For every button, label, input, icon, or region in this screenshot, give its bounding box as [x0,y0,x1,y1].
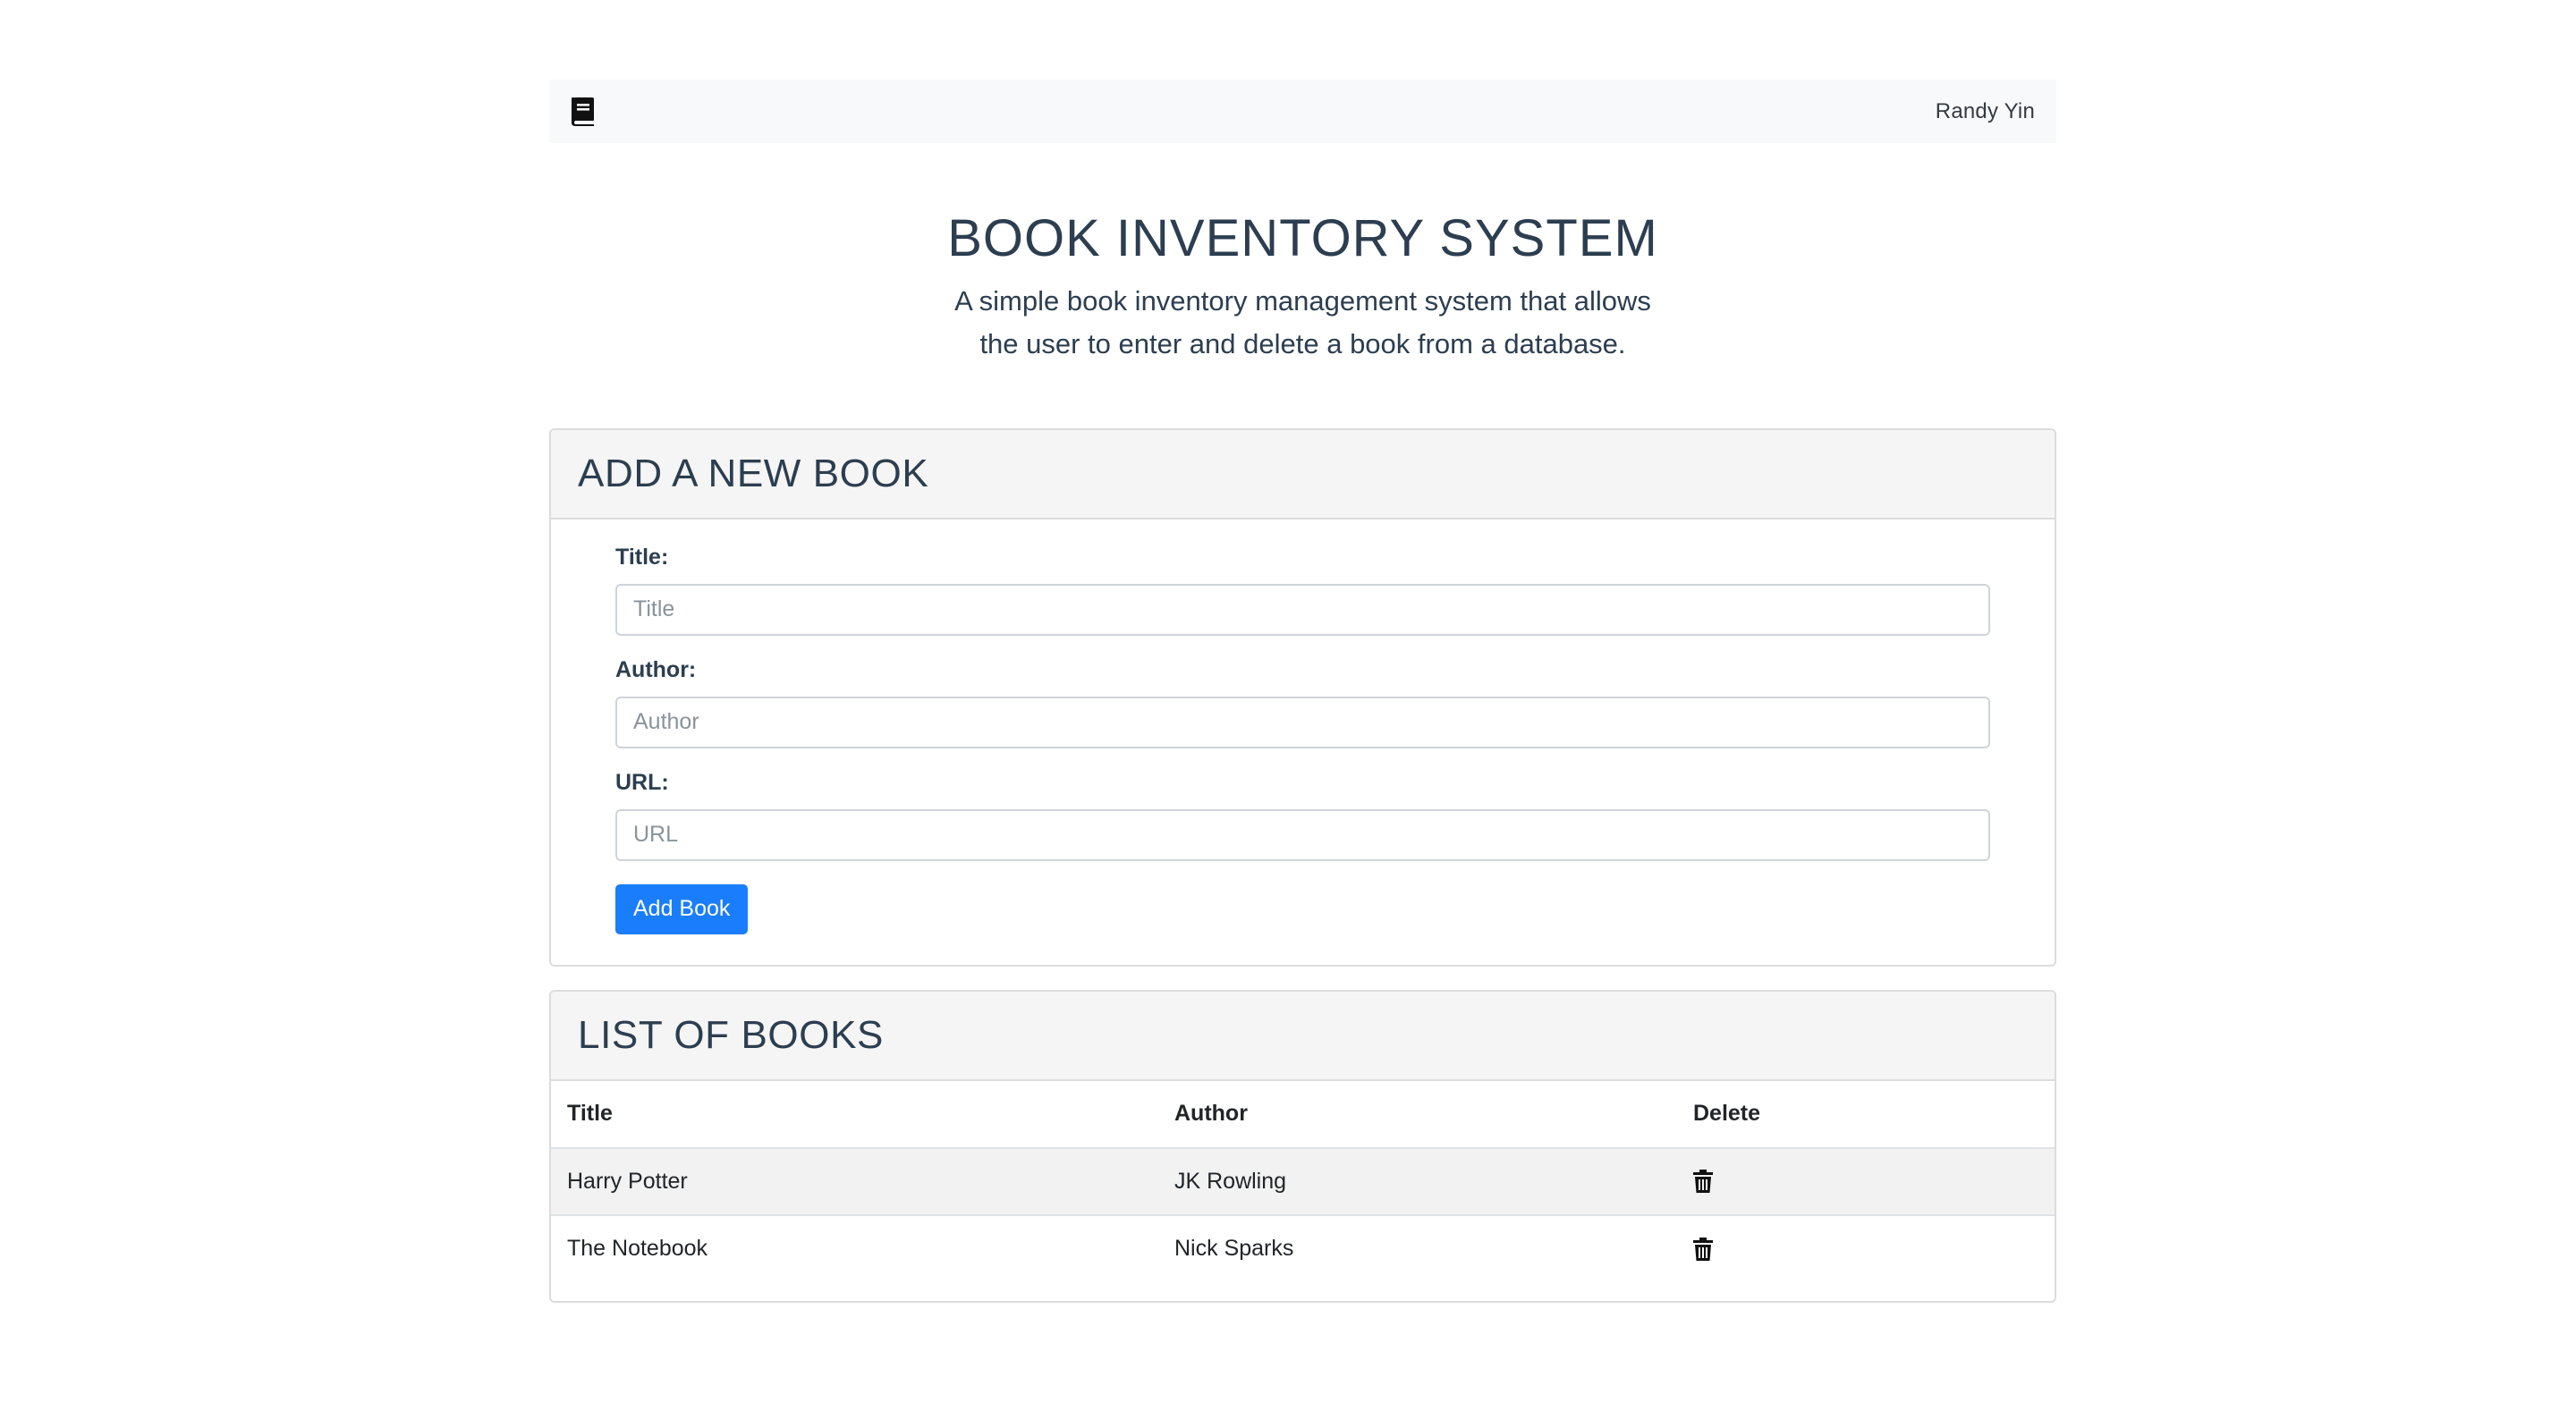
book-author-cell: JK Rowling [1174,1146,1693,1215]
delete-book-button[interactable] [1693,1170,2055,1194]
title-field-group: Title: [615,545,1990,636]
page-title: BOOK INVENTORY SYSTEM [947,209,1658,267]
book-author-cell: Nick Sparks [1174,1213,1693,1282]
title-input[interactable] [615,583,1990,636]
navbar: Randy Yin [549,80,2056,143]
add-book-form: Title: Author: URL: Add Book [551,520,2055,934]
trash-icon [1693,1170,1713,1194]
column-header-author: Author [1174,1101,1248,1127]
url-field-group: URL: [615,770,1990,861]
page-subtitle: A simple book inventory management syste… [954,284,1651,359]
hero: BOOK INVENTORY SYSTEM A simple book inve… [549,210,2056,366]
title-label: Title: [615,544,669,570]
book-list-heading: LIST OF BOOKS [578,1012,884,1057]
book-table: Title Author Delete Harry Potter JK Rowl… [551,1081,2055,1282]
table-row: Harry Potter JK Rowling [551,1146,2055,1215]
add-book-card-header: ADD A NEW BOOK [551,429,2055,520]
delete-cell [1693,1146,2055,1215]
page-container: Randy Yin BOOK INVENTORY SYSTEM A simple… [549,80,2056,1303]
add-book-card: ADD A NEW BOOK Title: Author: URL: Add B… [549,427,2056,967]
column-header-title: Title [567,1101,613,1127]
home-link[interactable] [569,97,596,127]
delete-book-button[interactable] [1693,1237,2055,1261]
delete-cell [1693,1213,2055,1282]
add-book-button[interactable]: Add Book [615,883,749,934]
book-title-cell: Harry Potter [551,1146,1174,1215]
book-list-card: LIST OF BOOKS Title Author Delete Harry … [549,989,2056,1303]
book-list-card-header: LIST OF BOOKS [551,991,2055,1081]
book-title-cell: The Notebook [551,1213,1174,1282]
author-label: Author: [615,656,697,682]
book-icon [572,97,594,126]
url-label: URL: [615,769,669,795]
table-header-row: Title Author Delete [551,1081,2055,1148]
url-input[interactable] [615,808,1990,861]
user-name[interactable]: Randy Yin [1936,99,2035,124]
add-book-heading: ADD A NEW BOOK [578,451,929,495]
author-input[interactable] [615,696,1990,748]
table-row: The Notebook Nick Sparks [551,1213,2055,1282]
column-header-delete: Delete [1693,1101,1761,1127]
trash-icon [1693,1237,1713,1261]
author-field-group: Author: [615,657,1990,748]
